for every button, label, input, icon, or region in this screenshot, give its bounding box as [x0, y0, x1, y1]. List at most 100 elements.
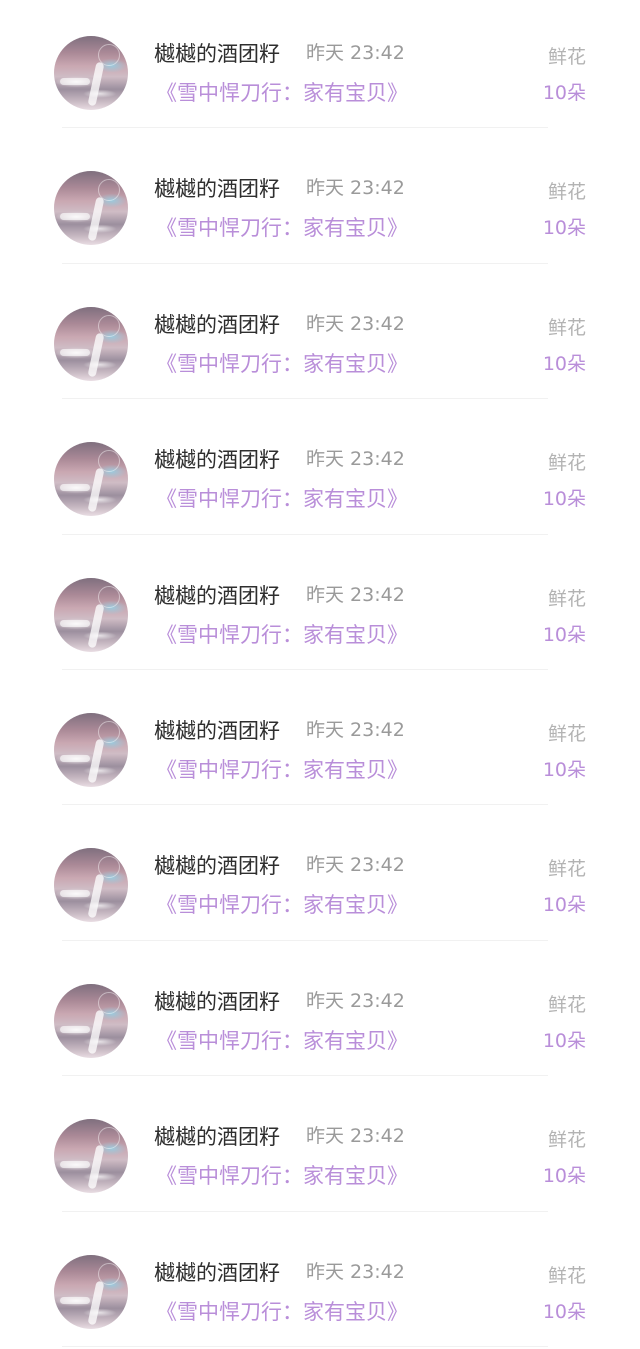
row-divider: [62, 668, 548, 670]
gift-time: 昨天 23:42: [306, 583, 405, 606]
gift-type: 鲜花: [547, 316, 586, 339]
row-divider: [62, 1210, 548, 1212]
gift-amount: 10朵: [542, 758, 586, 781]
gift-type: 鲜花: [547, 722, 586, 745]
avatar-streak: [87, 61, 105, 107]
gift-type: 鲜花: [547, 46, 586, 68]
gift-time: 昨天 23:42: [306, 1260, 405, 1283]
list-item[interactable]: 樾樾的酒团籽 昨天 23:42 《雪中悍刀行：家有宝贝》 鲜花 10朵: [0, 542, 640, 677]
gift-time: 昨天 23:42: [306, 854, 405, 877]
avatar-ring: [98, 1262, 120, 1285]
avatar-cloud: [60, 1296, 90, 1304]
avatar-ring: [98, 1127, 120, 1150]
gift-amount: 10朵: [542, 623, 586, 646]
avatar-cloud: [60, 213, 90, 221]
avatar-streak: [87, 1009, 105, 1055]
book-title-link[interactable]: 《雪中悍刀行：家有宝贝》: [156, 619, 408, 649]
gift-amount: 10朵: [542, 894, 586, 917]
user-name[interactable]: 樾樾的酒团籽: [154, 309, 280, 339]
book-title-link[interactable]: 《雪中悍刀行：家有宝贝》: [156, 348, 408, 378]
avatar-ring: [98, 856, 120, 879]
avatar-streak: [87, 873, 105, 919]
gift-time: 昨天 23:42: [306, 177, 405, 200]
avatar-streak: [87, 467, 105, 513]
gift-time: 昨天 23:42: [306, 448, 405, 471]
user-name[interactable]: 樾樾的酒团籽: [154, 444, 280, 474]
list-item[interactable]: 樾樾的酒团籽 昨天 23:42 《雪中悍刀行：家有宝贝》 鲜花 10朵: [0, 0, 640, 135]
user-name[interactable]: 樾樾的酒团籽: [154, 715, 280, 745]
list-item[interactable]: 樾樾的酒团籽 昨天 23:42 《雪中悍刀行：家有宝贝》 鲜花 10朵: [0, 677, 640, 812]
book-title-link[interactable]: 《雪中悍刀行：家有宝贝》: [156, 754, 408, 784]
gift-amount: 10朵: [542, 217, 586, 240]
book-title-link[interactable]: 《雪中悍刀行：家有宝贝》: [156, 483, 408, 513]
avatar-ring: [98, 179, 120, 202]
gift-type: 鲜花: [547, 1129, 586, 1152]
user-name[interactable]: 樾樾的酒团籽: [154, 580, 280, 610]
list-item[interactable]: 樾樾的酒团籽 昨天 23:42 《雪中悍刀行：家有宝贝》 鲜花 10朵: [0, 812, 640, 947]
avatar-ring: [98, 44, 120, 66]
gift-amount: 10朵: [542, 1300, 586, 1323]
user-name[interactable]: 樾樾的酒团籽: [154, 1121, 280, 1151]
avatar-streak: [87, 1280, 105, 1325]
user-name[interactable]: 樾樾的酒团籽: [154, 850, 280, 880]
book-title-link[interactable]: 《雪中悍刀行：家有宝贝》: [156, 889, 408, 919]
book-title-link[interactable]: 《雪中悍刀行：家有宝贝》: [156, 212, 408, 242]
row-divider: [62, 262, 548, 264]
gift-amount: 10朵: [542, 1029, 586, 1052]
avatar[interactable]: [54, 442, 128, 517]
list-item[interactable]: 樾樾的酒团籽 昨天 23:42 《雪中悍刀行：家有宝贝》 鲜花 10朵: [0, 271, 640, 406]
avatar-ring: [98, 450, 120, 473]
avatar[interactable]: [54, 1254, 128, 1329]
book-title-link[interactable]: 《雪中悍刀行：家有宝贝》: [156, 1025, 408, 1055]
gift-amount: 10朵: [542, 488, 586, 511]
gift-amount: 10朵: [542, 1165, 586, 1188]
avatar[interactable]: [54, 848, 128, 923]
avatar-streak: [87, 603, 105, 648]
avatar-streak: [87, 332, 105, 378]
gift-type: 鲜花: [547, 181, 586, 204]
gift-amount: 10朵: [542, 352, 586, 375]
book-title-link[interactable]: 《雪中悍刀行：家有宝贝》: [156, 1296, 408, 1326]
list-item[interactable]: 樾樾的酒团籽 昨天 23:42 《雪中悍刀行：家有宝贝》 鲜花 10朵: [0, 1083, 640, 1218]
user-name[interactable]: 樾樾的酒团籽: [154, 1257, 280, 1287]
avatar[interactable]: [54, 171, 128, 246]
avatar-ring: [98, 991, 120, 1014]
avatar-cloud: [60, 78, 90, 85]
user-name[interactable]: 樾樾的酒团籽: [154, 173, 280, 203]
user-name[interactable]: 樾樾的酒团籽: [154, 986, 280, 1016]
gift-time: 昨天 23:42: [306, 718, 405, 741]
avatar[interactable]: [54, 306, 128, 381]
avatar[interactable]: [54, 577, 128, 652]
row-divider: [62, 939, 548, 941]
avatar-cloud: [60, 1161, 90, 1169]
list-item[interactable]: 樾樾的酒团籽 昨天 23:42 《雪中悍刀行：家有宝贝》 鲜花 10朵: [0, 135, 640, 270]
row-divider: [62, 127, 548, 129]
avatar[interactable]: [54, 712, 128, 787]
gift-type: 鲜花: [547, 858, 586, 881]
gift-time: 昨天 23:42: [306, 312, 405, 335]
user-name[interactable]: 樾樾的酒团籽: [154, 38, 280, 68]
list-item[interactable]: 樾樾的酒团籽 昨天 23:42 《雪中悍刀行：家有宝贝》 鲜花 10朵: [0, 406, 640, 541]
book-title-link[interactable]: 《雪中悍刀行：家有宝贝》: [156, 1160, 408, 1190]
gift-record-list: 樾樾的酒团籽 昨天 23:42 《雪中悍刀行：家有宝贝》 鲜花 10朵 樾樾的酒…: [0, 0, 640, 1349]
avatar-streak: [87, 197, 105, 242]
gift-type: 鲜花: [547, 1264, 586, 1287]
avatar-cloud: [60, 348, 90, 356]
avatar-streak: [87, 738, 105, 784]
gift-type: 鲜花: [547, 452, 586, 475]
list-item[interactable]: 樾樾的酒团籽 昨天 23:42 《雪中悍刀行：家有宝贝》 鲜花 10朵: [0, 948, 640, 1083]
row-divider: [62, 804, 548, 806]
avatar-ring: [98, 314, 120, 337]
avatar[interactable]: [54, 36, 128, 110]
row-divider: [62, 1075, 548, 1077]
list-item[interactable]: 樾樾的酒团籽 昨天 23:42 《雪中悍刀行：家有宝贝》 鲜花 10朵: [0, 1219, 640, 1349]
row-divider: [62, 533, 548, 535]
avatar[interactable]: [54, 983, 128, 1058]
book-title-link[interactable]: 《雪中悍刀行：家有宝贝》: [156, 77, 408, 107]
gift-amount: 10朵: [542, 82, 586, 104]
avatar-streak: [87, 1144, 105, 1190]
row-divider: [62, 398, 548, 400]
avatar[interactable]: [54, 1119, 128, 1194]
gift-time: 昨天 23:42: [306, 1125, 405, 1148]
avatar-cloud: [60, 1025, 90, 1033]
